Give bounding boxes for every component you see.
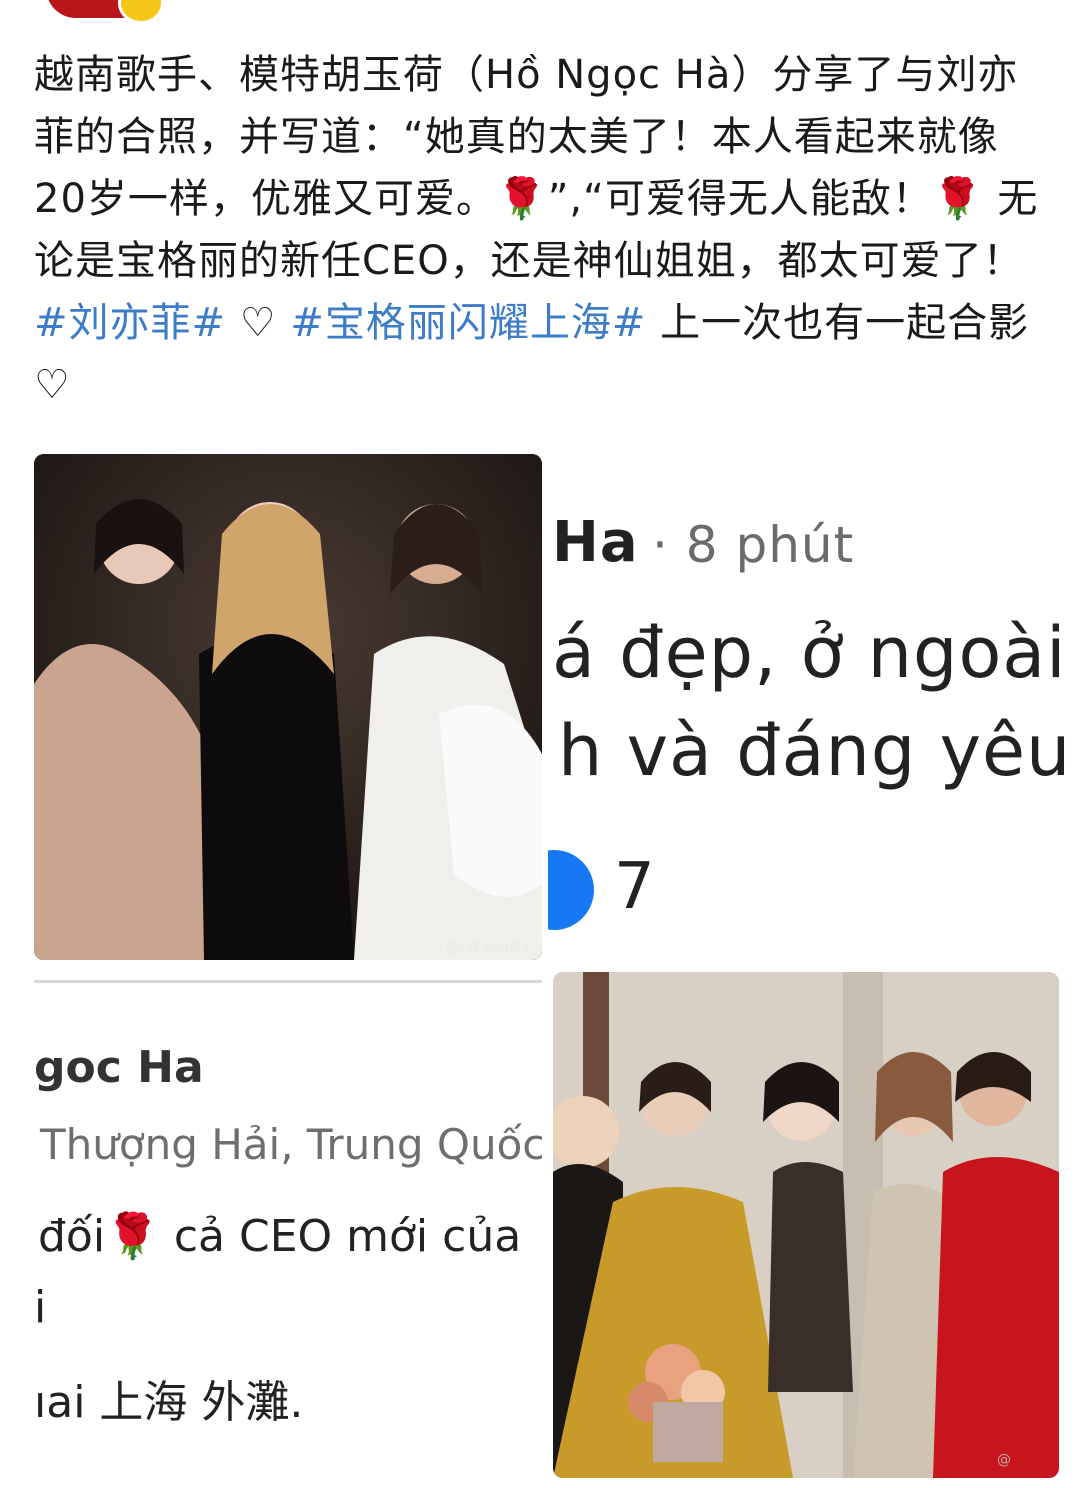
post-line-1: đối🌹 cả CEO mới của [38,1211,522,1262]
comment-time: · 8 phút [652,516,855,574]
facebook-comment-screenshot: Ha · 8 phút á đẹp, ở ngoài h và đáng yêu… [548,452,1080,952]
poster-name: goc Ha [34,1042,204,1093]
post-text-body: 越南歌手、模特胡玉荷（Hồ Ngọc Hà）分享了与刘亦菲的合照，并写道：“她真… [34,52,1039,284]
group-photo-five-women-image [553,972,1059,1478]
post-text: 越南歌手、模特胡玉荷（Hồ Ngọc Hà）分享了与刘亦菲的合照，并写道：“她真… [34,44,1044,416]
group-photo-three-women-image [34,454,542,960]
comment-line-2: h và đáng yêu [558,710,1072,792]
photo-watermark: @LYFVietNa [446,940,529,956]
post-line-3: ıai 上海 外灘. [34,1377,304,1428]
hashtag-bulgari-shanghai[interactable]: #宝格丽闪耀上海# [290,300,646,346]
group-photo-three-women[interactable]: @LYFVietNa [34,454,542,960]
divider [34,980,542,983]
location-text: Thượng Hải, Trung Quốc [40,1120,542,1169]
like-count: 7 [614,850,655,924]
commenter-name: Ha [552,510,639,575]
like-icon [548,850,594,930]
hashtag-liu-yifei[interactable]: #刘亦菲# [34,300,226,346]
facebook-post-screenshot: goc Ha Thượng Hải, Trung Quốc đối🌹 cả CE… [34,970,542,1480]
verified-badge-icon [118,0,164,24]
photo-watermark-2: @ [997,1452,1011,1468]
post-line-2: i [34,1282,47,1333]
group-photo-five-women[interactable]: @ [553,972,1059,1478]
post-text-heart: ♡ [239,300,277,346]
comment-line-1: á đẹp, ở ngoài [552,612,1067,694]
